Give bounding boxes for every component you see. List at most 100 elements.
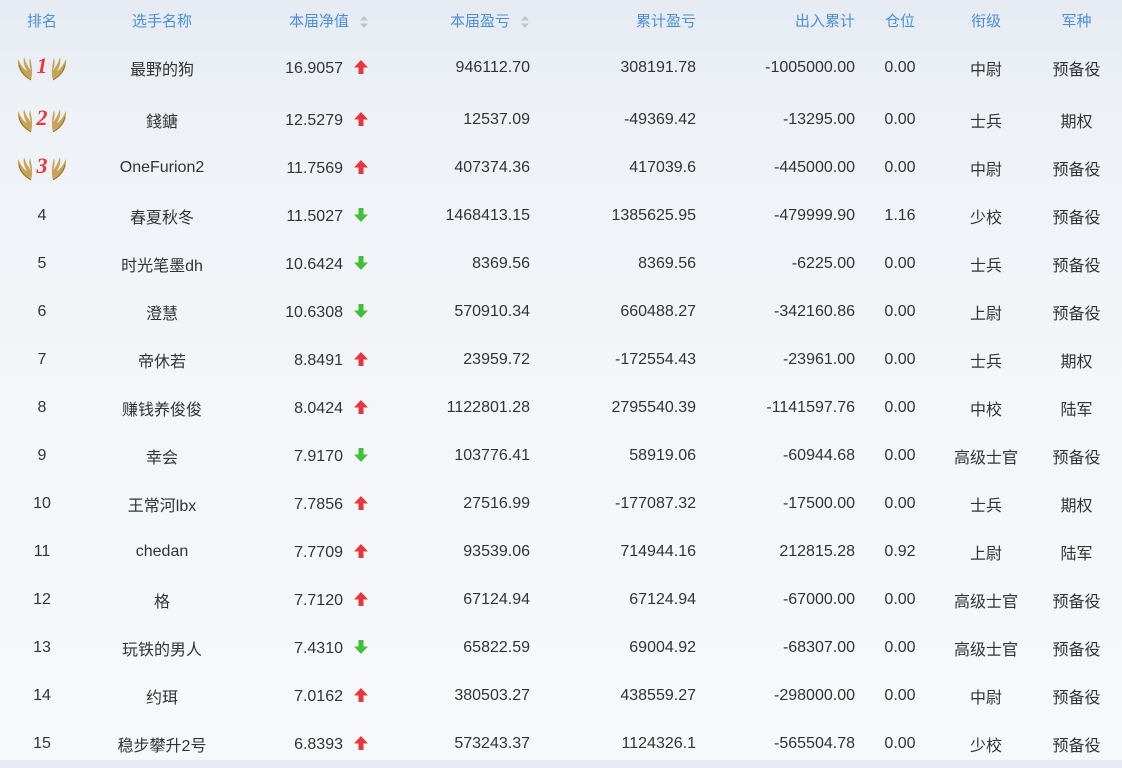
- cumulative-pnl-value: 660488.27: [620, 303, 696, 320]
- table-row: 5 时光笔墨dh 10.6424 8369.56 8369.56 -6225.00 0.00…: [0, 240, 1122, 288]
- position-value: 0.00: [884, 111, 916, 128]
- position-value: 0.00: [884, 735, 916, 752]
- player-name[interactable]: 帝休若: [84, 336, 240, 384]
- branch-value: 预备役: [1052, 642, 1101, 659]
- grade-value: 士兵: [969, 258, 1002, 275]
- header-pnl-sortable[interactable]: 本届盈亏: [387, 0, 542, 40]
- flow-cumulative-value: -6225.00: [791, 255, 855, 272]
- position-value: 0.00: [884, 351, 916, 368]
- nav-cell: 7.7709: [240, 528, 387, 576]
- header-nav-label: 本届净值: [288, 12, 349, 30]
- table-row: 3 OneFurion2 11.7569 407374.36 417039.6 -4450…: [0, 144, 1122, 192]
- player-name[interactable]: OneFurion2: [84, 144, 240, 192]
- flow-cumulative-value: -23961.00: [782, 351, 855, 368]
- cumulative-pnl-value: 69004.92: [629, 639, 696, 656]
- branch-value: 预备役: [1052, 690, 1101, 707]
- rank-cell: 13: [33, 639, 51, 656]
- branch-value: 陆军: [1060, 402, 1093, 419]
- pnl-value: 27516.99: [463, 495, 530, 512]
- position-value: 0.00: [884, 495, 916, 512]
- branch-value: 期权: [1060, 114, 1093, 131]
- position-value: 1.16: [884, 207, 916, 224]
- pnl-value: 12537.09: [463, 111, 530, 128]
- cumulative-pnl-value: -172554.43: [615, 351, 696, 368]
- arrow-up-icon: [353, 111, 369, 127]
- player-name[interactable]: 春夏秋冬: [84, 192, 240, 240]
- player-name[interactable]: 时光笔墨dh: [84, 240, 240, 288]
- position-value: 0.92: [884, 543, 916, 560]
- player-name[interactable]: 稳步攀升2号: [84, 720, 240, 768]
- table-row: 10 王常河lbx 7.7856 27516.99 -177087.32 -17500.0…: [0, 480, 1122, 528]
- table-row: 13 玩铁的男人 7.4310 65822.59 69004.92 -68307.00 0.…: [0, 624, 1122, 672]
- medal-wings-icon: 1: [15, 53, 69, 83]
- rank-cell: 6: [37, 303, 47, 320]
- branch-value: 预备役: [1052, 450, 1101, 467]
- grade-value: 少校: [969, 210, 1002, 227]
- player-name[interactable]: 澄慧: [84, 288, 240, 336]
- player-name[interactable]: 约珥: [84, 672, 240, 720]
- grade-value: 高级士官: [953, 642, 1018, 659]
- ranking-table: 排名 选手名称 本届净值 本届盈亏 累计盈亏 出入累计 仓位 衔级 军种 1 最野…: [0, 0, 1122, 768]
- pnl-value: 407374.36: [454, 159, 530, 176]
- nav-cell: 7.7120: [240, 576, 387, 624]
- nav-value: 7.7120: [294, 591, 343, 609]
- position-value: 0.00: [884, 591, 916, 608]
- sort-icon[interactable]: [359, 15, 369, 29]
- arrow-down-icon: [353, 447, 369, 463]
- arrow-down-icon: [353, 639, 369, 655]
- table-row: 2 錢鎕 12.5279 12537.09 -49369.42 -13295.00 0.00…: [0, 96, 1122, 144]
- pnl-value: 67124.94: [463, 591, 530, 608]
- player-name[interactable]: 王常河lbx: [84, 480, 240, 528]
- flow-cumulative-value: -17500.00: [782, 495, 855, 512]
- pnl-value: 1122801.28: [446, 399, 530, 416]
- pnl-value: 946112.70: [455, 59, 530, 76]
- nav-value: 8.0424: [294, 399, 343, 417]
- nav-cell: 6.8393: [240, 720, 387, 768]
- table-row: 6 澄慧 10.6308 570910.34 660488.27 -342160.86 0.…: [0, 288, 1122, 336]
- table-header-row: 排名 选手名称 本届净值 本届盈亏 累计盈亏 出入累计 仓位 衔级 军种: [0, 0, 1122, 40]
- pnl-value: 570910.34: [454, 303, 530, 320]
- grade-value: 高级士官: [953, 594, 1018, 611]
- cumulative-pnl-value: 1385625.95: [611, 207, 696, 224]
- player-name[interactable]: 玩铁的男人: [84, 624, 240, 672]
- table-row: 11 chedan 7.7709 93539.06 714944.16 212815.28…: [0, 528, 1122, 576]
- branch-value: 预备役: [1052, 162, 1101, 179]
- arrow-up-icon: [353, 351, 369, 367]
- header-grade: 衔级: [970, 12, 1001, 30]
- player-name[interactable]: 最野的狗: [84, 40, 240, 96]
- medal-rank-number: 2: [36, 105, 48, 130]
- rank-cell: 5: [37, 255, 47, 272]
- cumulative-pnl-value: 417039.6: [629, 159, 696, 176]
- nav-cell: 8.8491: [240, 336, 387, 384]
- nav-value: 16.9057: [285, 59, 343, 77]
- player-name[interactable]: 格: [84, 576, 240, 624]
- pnl-value: 93539.06: [463, 543, 530, 560]
- player-name[interactable]: 幸会: [84, 432, 240, 480]
- arrow-down-icon: [353, 255, 369, 271]
- nav-cell: 7.7856: [240, 480, 387, 528]
- rank-cell: 15: [33, 735, 51, 752]
- position-value: 0.00: [884, 59, 916, 76]
- arrow-down-icon: [353, 207, 369, 223]
- nav-cell: 8.0424: [240, 384, 387, 432]
- nav-value: 8.8491: [294, 351, 343, 369]
- flow-cumulative-value: 212815.28: [779, 543, 855, 560]
- header-pnl-label: 本届盈亏: [449, 12, 510, 30]
- arrow-up-icon: [353, 543, 369, 559]
- position-value: 0.00: [884, 399, 916, 416]
- player-name[interactable]: 錢鎕: [84, 96, 240, 144]
- player-name[interactable]: chedan: [84, 528, 240, 576]
- position-value: 0.00: [884, 159, 916, 176]
- player-name[interactable]: 赚钱养俊俊: [84, 384, 240, 432]
- cumulative-pnl-value: -49369.42: [623, 111, 696, 128]
- branch-value: 期权: [1060, 498, 1093, 515]
- header-nav-sortable[interactable]: 本届净值: [240, 0, 387, 40]
- pnl-value: 65822.59: [463, 639, 530, 656]
- rank-cell: 3: [0, 144, 84, 192]
- branch-value: 陆军: [1060, 546, 1093, 563]
- sort-icon[interactable]: [520, 15, 530, 29]
- nav-value: 10.6308: [285, 303, 343, 321]
- branch-value: 预备役: [1052, 594, 1101, 611]
- nav-value: 11.5027: [286, 207, 343, 225]
- header-cumulative-pnl: 累计盈亏: [635, 12, 696, 30]
